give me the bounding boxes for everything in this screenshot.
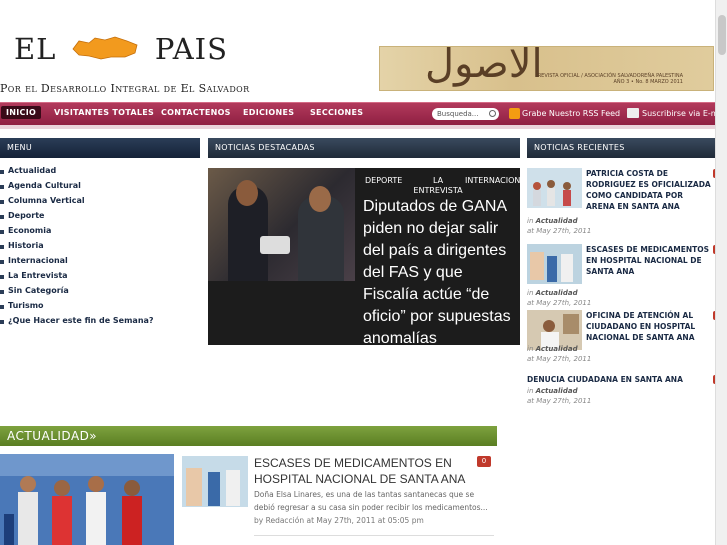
recent-meta: in Actualidad at May 27th, 2011 [527, 289, 592, 307]
bullet-icon [0, 290, 4, 294]
menu-item-turismo[interactable]: Turismo [0, 301, 154, 316]
category-menu: Actualidad Agenda Cultural Columna Verti… [0, 166, 154, 331]
bullet-icon [0, 260, 4, 264]
recent-item: OFICINA DE ATENCIÓN AL CIUDADANO EN HOSP… [527, 310, 723, 372]
tag-la-entrevista[interactable]: LA ENTREVISTA [413, 176, 463, 196]
recent-item: ESCASES DE MEDICAMENTOS EN HOSPITAL NACI… [527, 244, 723, 307]
recent-title: Noticias Recientes [527, 138, 717, 158]
nav-visitantes[interactable]: Visitantes Totales [54, 108, 154, 117]
bullet-icon [0, 320, 4, 324]
actualidad-title[interactable]: ACTUALIDAD» [0, 426, 497, 446]
banner-arabic-title: الأصول [425, 46, 543, 87]
bullet-icon [0, 215, 4, 219]
recent-thumb[interactable] [527, 244, 582, 284]
actualidad-excerpt: Doña Elsa Linares, es una de las tantas … [254, 490, 488, 512]
bullet-icon [0, 230, 4, 234]
rss-link[interactable]: Grabe Nuestro RSS Feed [522, 109, 620, 118]
rss-icon[interactable] [509, 108, 520, 119]
recent-item: DENUCIA CIUDADANA EN SANTA ANA in Actual… [527, 374, 723, 410]
bullet-icon [0, 185, 4, 189]
menu-item-economia[interactable]: Economia [0, 226, 154, 241]
menu-item-actualidad[interactable]: Actualidad [0, 166, 154, 181]
menu-item-historia[interactable]: Historia [0, 241, 154, 256]
subscribe-link[interactable]: Suscribirse via E-mai [642, 109, 726, 118]
el-salvador-map-icon [71, 34, 141, 68]
ad-banner[interactable]: الأصول REVISTA OFICIAL / ASOCIACIÓN SALV… [379, 46, 714, 91]
site-logo[interactable]: EL PAIS [14, 32, 228, 68]
recent-meta: in Actualidad at May 27th, 2011 [527, 387, 592, 405]
recent-title-link[interactable]: OFICINA DE ATENCIÓN AL CIUDADANO EN HOSP… [586, 310, 714, 343]
recent-item: PATRICIA COSTA DE RODRIGUEZ ES OFICIALIZ… [527, 168, 723, 240]
search-placeholder: Busqueda... [437, 110, 479, 118]
menu-item-deporte[interactable]: Deporte [0, 211, 154, 226]
nav-secciones[interactable]: Secciones [310, 108, 363, 117]
bullet-icon [0, 245, 4, 249]
recent-meta: in Actualidad at May 27th, 2011 [527, 345, 592, 363]
site-header: EL PAIS Por el Desarrollo Integral de El… [0, 0, 727, 102]
recent-title-link[interactable]: ESCASES DE MEDICAMENTOS EN HOSPITAL NACI… [586, 244, 714, 277]
tag-deporte[interactable]: DEPORTE [365, 176, 402, 185]
menu-item-agenda-cultural[interactable]: Agenda Cultural [0, 181, 154, 196]
logo-text-right: PAIS [154, 32, 228, 66]
banner-caption: REVISTA OFICIAL / ASOCIACIÓN SALVADOREÑA… [537, 73, 683, 85]
featured-title: Noticias Destacadas [208, 138, 520, 158]
page-scrollbar[interactable] [715, 0, 727, 545]
nav-ediciones[interactable]: Ediciones [243, 108, 294, 117]
menu-item-internacional[interactable]: Internacional [0, 256, 154, 271]
actualidad-photo[interactable] [0, 454, 174, 545]
actualidad-article-title[interactable]: ESCASES DE MEDICAMENTOS EN HOSPITAL NACI… [254, 455, 476, 487]
site-tagline: Por el Desarrollo Integral de El Salvado… [0, 82, 250, 95]
menu-item-fin-de-semana[interactable]: ¿Que Hacer este fin de Semana? [0, 316, 154, 331]
search-icon[interactable] [489, 110, 496, 117]
actualidad-meta: by Redacción at May 27th, 2011 at 05:05 … [254, 516, 424, 525]
recent-thumb[interactable] [527, 168, 582, 208]
scrollbar-thumb[interactable] [718, 15, 726, 55]
featured-slide[interactable]: DEPORTE LA ENTREVISTA INTERNACIONA Diput… [208, 168, 520, 347]
comment-count-badge[interactable]: 0 [477, 456, 491, 467]
nav-inicio[interactable]: Inicio [1, 106, 42, 119]
tag-internacional[interactable]: INTERNACIONA [465, 176, 520, 185]
main-nav: Inicio Visitantes Totales Contactenos Ed… [0, 102, 727, 125]
mail-icon[interactable] [627, 108, 639, 118]
actualidad-thumb[interactable] [182, 456, 248, 507]
menu-item-sin-categoria[interactable]: Sin Categoría [0, 286, 154, 301]
recent-title-link[interactable]: DENUCIA CIUDADANA EN SANTA ANA [527, 374, 712, 385]
featured-headline[interactable]: Diputados de GANA piden no dejar salir d… [363, 196, 518, 350]
menu-item-columna-vertical[interactable]: Columna Vertical [0, 196, 154, 211]
search-input[interactable]: Busqueda... [432, 108, 499, 120]
menu-title: Menu [0, 138, 200, 158]
nav-divider [0, 125, 727, 129]
bullet-icon [0, 305, 4, 309]
divider [254, 535, 494, 536]
menu-item-la-entrevista[interactable]: La Entrevista [0, 271, 154, 286]
bullet-icon [0, 200, 4, 204]
bullet-icon [0, 170, 4, 174]
bullet-icon [0, 275, 4, 279]
featured-photo[interactable] [208, 168, 355, 281]
microphones [260, 236, 290, 254]
recent-title-link[interactable]: PATRICIA COSTA DE RODRIGUEZ ES OFICIALIZ… [586, 168, 714, 212]
logo-text-left: EL [14, 32, 57, 66]
featured-tags: DEPORTE LA ENTREVISTA INTERNACIONA [363, 173, 520, 196]
nav-contactenos[interactable]: Contactenos [161, 108, 231, 117]
recent-meta: in Actualidad at May 27th, 2011 [527, 217, 592, 235]
